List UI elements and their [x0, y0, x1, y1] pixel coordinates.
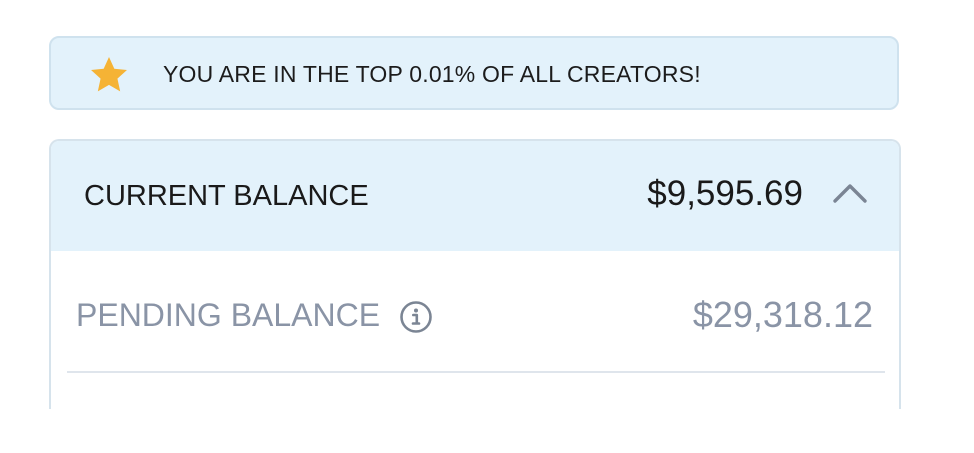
page: YOU ARE IN THE TOP 0.01% OF ALL CREATORS… [0, 0, 974, 453]
info-icon[interactable] [399, 300, 433, 334]
current-balance-label: CURRENT BALANCE [84, 180, 369, 212]
chevron-up-icon[interactable] [831, 177, 869, 207]
pending-balance-label: PENDING BALANCE [76, 297, 381, 333]
banner-text: YOU ARE IN THE TOP 0.01% OF ALL CREATORS… [163, 61, 701, 87]
balance-card: CURRENT BALANCE $9,595.69 PENDING BALANC… [49, 139, 901, 409]
top-creator-banner: YOU ARE IN THE TOP 0.01% OF ALL CREATORS… [49, 36, 899, 110]
star-icon [91, 57, 127, 92]
pending-balance-row: PENDING BALANCE $29,318.12 [51, 251, 899, 371]
current-balance-amount: $9,595.69 [647, 174, 803, 213]
pending-balance-amount: $29,318.12 [692, 294, 873, 335]
divider [67, 371, 885, 373]
current-balance-header[interactable]: CURRENT BALANCE $9,595.69 [51, 141, 899, 251]
